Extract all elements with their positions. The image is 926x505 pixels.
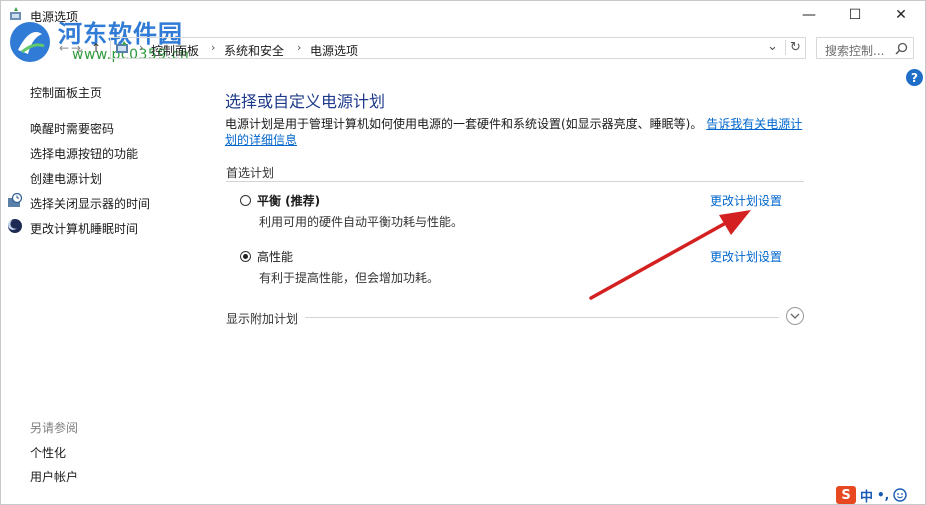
sidebar-item-sleep-time[interactable]: 更改计算机睡眠时间	[30, 220, 138, 237]
divider	[305, 317, 779, 318]
minimize-icon: —	[802, 7, 816, 23]
plan-balanced-desc: 利用可用的硬件自动平衡功耗与性能。	[259, 215, 464, 229]
sidebar-control-panel-home[interactable]: 控制面板主页	[30, 84, 102, 101]
ime-emoji-icon[interactable]	[893, 488, 907, 502]
ime-mode[interactable]: 中	[860, 486, 873, 505]
breadcrumb-separator: ›	[139, 41, 144, 54]
help-button[interactable]: ?	[906, 69, 923, 86]
sogou-ime-icon: S	[836, 486, 856, 504]
breadcrumb-separator: ›	[211, 41, 216, 54]
expand-additional-plans-button[interactable]	[786, 307, 804, 325]
plan-balanced-name[interactable]: 平衡 (推荐)	[257, 192, 320, 209]
sleep-moon-icon	[8, 219, 22, 233]
divider	[226, 181, 804, 182]
breadcrumb-control-panel[interactable]: 控制面板	[151, 42, 199, 59]
close-icon: ✕	[895, 7, 907, 23]
preferred-plans-label: 首选计划	[226, 166, 275, 180]
ime-punctuation[interactable]: •,	[877, 488, 889, 502]
plan-high-performance-desc: 有利于提高性能，但会增加功耗。	[259, 271, 440, 285]
address-bar[interactable]: › 控制面板 › 系统和安全 › 电源选项 ⌄ ↻	[110, 37, 806, 59]
description-text: 电源计划是用于管理计算机如何使用电源的一套硬件和系统设置(如显示器亮度、睡眠等)…	[225, 117, 703, 131]
plan-high-performance-name[interactable]: 高性能	[257, 248, 293, 265]
page-description: 电源计划是用于管理计算机如何使用电源的一套硬件和系统设置(如显示器亮度、睡眠等)…	[225, 116, 805, 148]
up-arrow-icon: ↑	[90, 41, 102, 55]
annotation-arrow-icon	[589, 210, 751, 300]
additional-plans-label[interactable]: 显示附加计划	[226, 310, 298, 327]
see-also-label: 另请参阅	[30, 421, 79, 435]
sidebar-item-wake-password[interactable]: 唤醒时需要密码	[30, 120, 114, 137]
display-timer-icon	[8, 193, 23, 207]
control-panel-icon	[116, 41, 128, 53]
up-button[interactable]: ↑	[86, 38, 106, 58]
chevron-down-icon: ⌄	[74, 41, 86, 55]
search-box[interactable]: 搜索控制...	[816, 37, 914, 59]
watermark-logo-icon	[10, 22, 50, 62]
maximize-icon: ☐	[848, 7, 862, 23]
sidebar-item-power-button[interactable]: 选择电源按钮的功能	[30, 145, 138, 162]
breadcrumb-system-security[interactable]: 系统和安全	[224, 42, 284, 59]
sidebar-item-personalization[interactable]: 个性化	[30, 444, 66, 461]
maximize-button[interactable]: ☐	[832, 0, 878, 30]
minimize-button[interactable]: —	[786, 0, 832, 30]
sidebar-item-display-off[interactable]: 选择关闭显示器的时间	[30, 195, 150, 212]
ime-indicator[interactable]: S 中 •,	[836, 486, 907, 505]
plan-high-performance-radio[interactable]	[240, 251, 251, 262]
close-button[interactable]: ✕	[878, 0, 924, 30]
address-dropdown-button[interactable]: ⌄	[767, 39, 778, 54]
breadcrumb-power-options[interactable]: 电源选项	[310, 42, 358, 59]
plan-balanced-radio[interactable]	[240, 195, 251, 206]
breadcrumb-separator: ›	[297, 41, 302, 54]
page-title: 选择或自定义电源计划	[225, 92, 386, 111]
sidebar-item-user-accounts[interactable]: 用户帐户	[30, 468, 78, 485]
search-icon	[895, 42, 908, 55]
refresh-button[interactable]: ↻	[785, 40, 801, 55]
sidebar-item-create-plan[interactable]: 创建电源计划	[30, 170, 102, 187]
chevron-down-icon	[790, 313, 800, 319]
search-input[interactable]: 搜索控制...	[825, 42, 884, 59]
window-border	[0, 0, 926, 505]
